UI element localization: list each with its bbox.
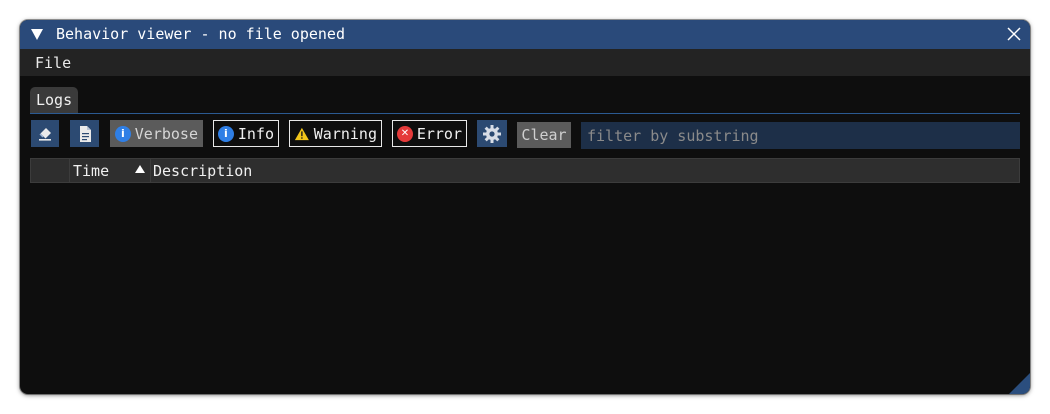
clear-button[interactable]: Clear	[517, 122, 571, 148]
tab-logs[interactable]: Logs	[30, 87, 79, 113]
error-icon: ✕	[397, 125, 413, 142]
log-table-header: Time Description	[30, 158, 1020, 183]
copy-icon	[79, 125, 91, 142]
collapse-arrow-icon[interactable]	[31, 29, 43, 40]
verbose-label: Verbose	[134, 124, 198, 143]
column-header-time[interactable]: Time	[69, 159, 151, 182]
log-toolbar: i Verbose i Info Warning ✕ Error Clear f…	[30, 120, 1020, 150]
warning-icon	[294, 127, 309, 140]
eraser-icon	[39, 127, 51, 141]
close-icon[interactable]	[1006, 26, 1022, 42]
title-bar[interactable]: Behavior viewer - no file opened	[20, 20, 1030, 49]
error-filter-button[interactable]: ✕ Error	[392, 120, 467, 147]
menu-file[interactable]: File	[35, 54, 71, 72]
error-label: Error	[416, 124, 462, 143]
settings-button[interactable]	[477, 120, 507, 147]
window-title: Behavior viewer - no file opened	[56, 25, 345, 43]
menu-bar: File	[20, 49, 1030, 76]
info-filter-button[interactable]: i Info	[213, 120, 279, 147]
clear-selection-button[interactable]	[31, 120, 59, 147]
column-header-description[interactable]: Description	[153, 162, 252, 180]
sort-ascending-icon	[135, 165, 145, 173]
column-header-select[interactable]	[31, 159, 70, 182]
filter-input[interactable]	[581, 122, 1020, 149]
verbose-filter-button[interactable]: i Verbose	[110, 120, 203, 147]
info-icon: i	[218, 125, 234, 142]
warning-filter-button[interactable]: Warning	[289, 120, 382, 147]
info-label: Info	[237, 124, 274, 143]
gear-icon	[483, 124, 501, 143]
warning-label: Warning	[313, 124, 377, 143]
copy-button[interactable]	[70, 120, 99, 147]
behavior-viewer-window: Behavior viewer - no file opened File Lo…	[20, 20, 1030, 394]
info-icon: i	[115, 125, 131, 142]
resize-grip-icon[interactable]	[1009, 373, 1030, 394]
column-time-label: Time	[73, 162, 110, 180]
tab-bar: Logs	[30, 87, 1020, 114]
